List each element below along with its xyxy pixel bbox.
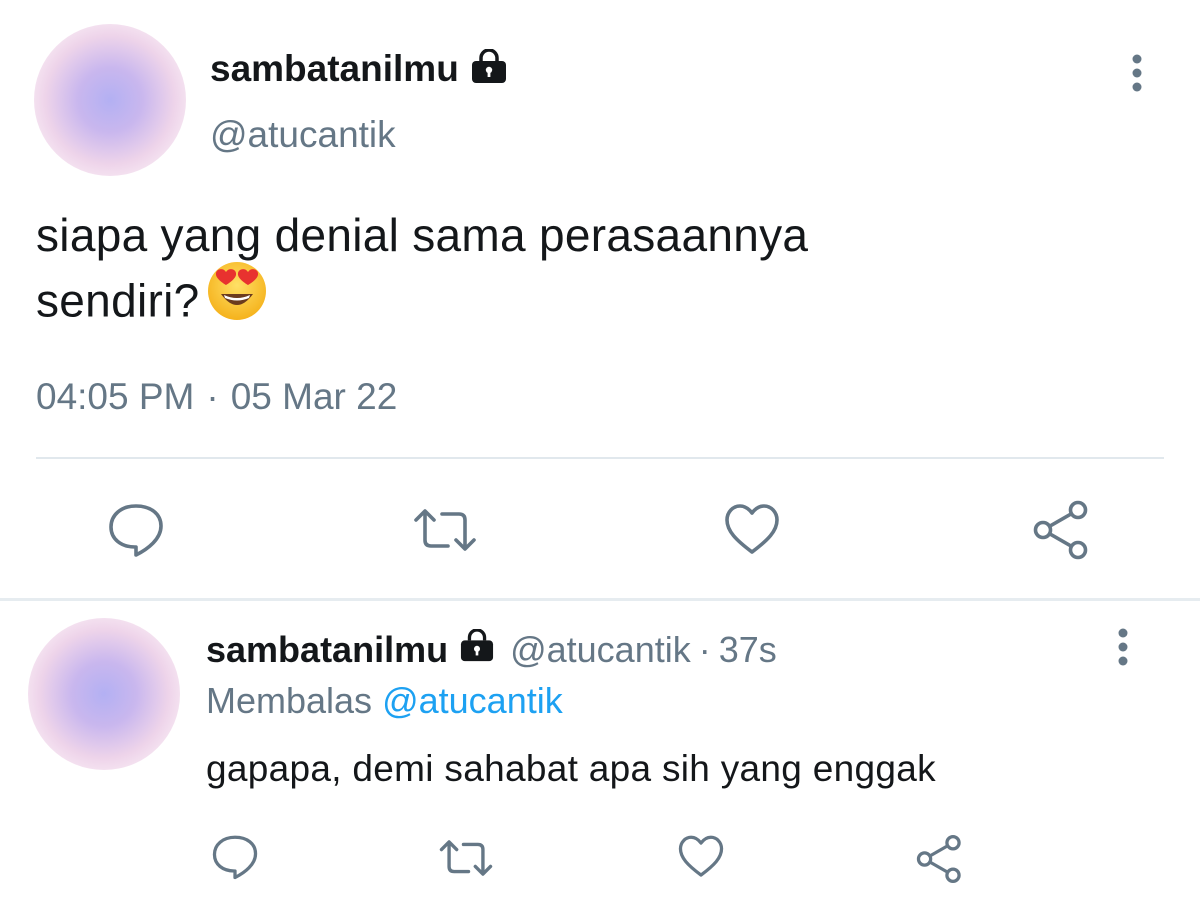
reply-button[interactable] xyxy=(210,834,260,885)
separator-dot: · xyxy=(698,629,711,670)
display-name[interactable]: sambatanilmu xyxy=(210,48,459,90)
replying-to: Membalas @atucantik xyxy=(206,680,563,722)
reply-button[interactable] xyxy=(106,502,166,563)
author-handle[interactable]: @atucantik xyxy=(510,629,691,671)
share-button[interactable] xyxy=(1030,500,1094,565)
retweet-button[interactable] xyxy=(436,836,496,885)
reply-icon xyxy=(212,835,258,880)
main-tweet: sambatanilmu @atucantik siapa yang denia… xyxy=(0,0,1200,598)
mention-link[interactable]: @atucantik xyxy=(382,680,563,721)
tweet-date: 05 Mar 22 xyxy=(230,376,398,417)
tweet-meta: 04:05 PM · 05 Mar 22 xyxy=(36,376,397,418)
retweet-icon xyxy=(439,840,493,876)
reply-author-row: sambatanilmu @atucantik · 37s xyxy=(206,624,777,676)
reply-icon xyxy=(109,504,163,557)
tweet-time: 04:05 PM xyxy=(36,376,195,417)
share-icon xyxy=(916,835,961,883)
lock-icon xyxy=(458,627,496,672)
tweet-text-line: sendiri? xyxy=(36,274,200,327)
retweet-icon xyxy=(414,509,476,551)
retweet-button[interactable] xyxy=(410,504,480,561)
lock-icon xyxy=(469,47,509,90)
heart-eyes-emoji-icon xyxy=(206,260,268,337)
avatar[interactable] xyxy=(28,618,180,770)
more-vertical-icon[interactable] xyxy=(1126,54,1148,99)
share-button[interactable] xyxy=(914,834,966,889)
heart-icon xyxy=(678,835,724,877)
separator-dot: · xyxy=(206,376,219,417)
like-button[interactable] xyxy=(676,834,726,885)
author-handle[interactable]: @atucantik xyxy=(210,114,396,156)
replying-label: Membalas xyxy=(206,680,373,721)
tweet-text: gapapa, demi sahabat apa sih yang enggak xyxy=(206,748,936,789)
divider xyxy=(36,457,1164,459)
display-name[interactable]: sambatanilmu xyxy=(206,629,448,671)
author-name-row: sambatanilmu xyxy=(210,44,509,94)
like-button[interactable] xyxy=(722,502,782,563)
avatar[interactable] xyxy=(34,24,186,176)
tweet-separator xyxy=(0,598,1200,601)
heart-icon xyxy=(725,504,779,554)
share-icon xyxy=(1033,500,1088,560)
tweet-time[interactable]: 37s xyxy=(719,629,777,671)
tweet-text: siapa yang denial sama perasaannya sendi… xyxy=(36,204,1136,343)
tweet-text-line: siapa yang denial sama perasaannya xyxy=(36,209,809,261)
more-vertical-icon[interactable] xyxy=(1112,628,1134,673)
